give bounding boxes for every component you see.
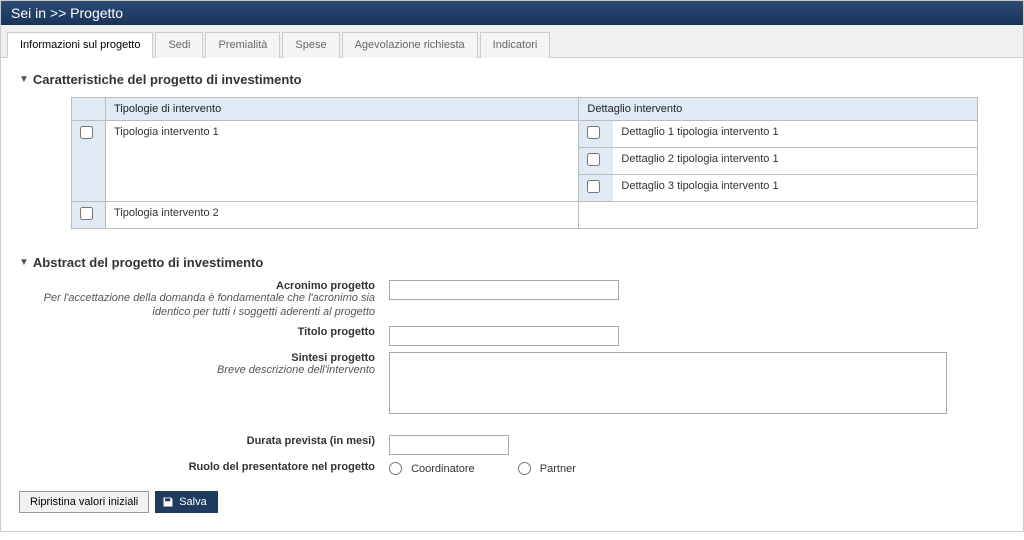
dettaglio-cell: Dettaglio 1 tipologia intervento 1 — [613, 121, 977, 148]
reset-button[interactable]: Ripristina valori iniziali — [19, 491, 149, 513]
triangle-down-icon: ▼ — [19, 257, 29, 268]
sintesi-label: Sintesi progetto — [291, 352, 375, 364]
section-caratteristiche-label: Caratteristiche del progetto di investim… — [33, 72, 302, 87]
tab-indicatori[interactable]: Indicatori — [480, 32, 551, 58]
header-dettaglio: Dettaglio intervento — [579, 98, 978, 121]
detail-checkbox[interactable] — [587, 126, 600, 139]
save-button[interactable]: Salva — [155, 491, 218, 513]
acronimo-input[interactable] — [389, 280, 619, 300]
section-abstract-label: Abstract del progetto di investimento — [33, 255, 263, 270]
triangle-down-icon: ▼ — [19, 74, 29, 85]
dettaglio-cell: Dettaglio 3 tipologia intervento 1 — [613, 175, 977, 202]
titolo-input[interactable] — [389, 326, 619, 346]
tab-spese[interactable]: Spese — [282, 32, 339, 58]
tab-sedi[interactable]: Sedi — [155, 32, 203, 58]
row-checkbox[interactable] — [80, 126, 93, 139]
save-button-label: Salva — [179, 496, 207, 508]
titolo-label: Titolo progetto — [298, 326, 375, 338]
detail-checkbox[interactable] — [587, 153, 600, 166]
durata-label: Durata prevista (in mesi) — [247, 435, 375, 447]
table-row: Tipologia intervento 1 Dettaglio 1 tipol… — [72, 121, 978, 202]
section-abstract-heading: ▼ Abstract del progetto di investimento — [19, 255, 1005, 270]
ruolo-label: Ruolo del presentatore nel progetto — [189, 461, 375, 473]
radio-partner[interactable] — [518, 462, 531, 475]
tab-agevolazione[interactable]: Agevolazione richiesta — [342, 32, 478, 58]
table-row: Tipologia intervento 2 — [72, 202, 978, 229]
tab-premialita[interactable]: Premialità — [205, 32, 280, 58]
row-checkbox[interactable] — [80, 207, 93, 220]
sintesi-textarea[interactable] — [389, 352, 947, 414]
interventi-table: Tipologie di intervento Dettaglio interv… — [71, 97, 978, 229]
radio-partner-label: Partner — [540, 463, 576, 475]
durata-input[interactable] — [389, 435, 509, 455]
tipologia-cell: Tipologia intervento 2 — [106, 202, 579, 229]
header-checkbox-col — [72, 98, 106, 121]
section-caratteristiche-heading: ▼ Caratteristiche del progetto di invest… — [19, 72, 1005, 87]
radio-coordinatore-wrap[interactable]: Coordinatore — [389, 463, 478, 475]
acronimo-label: Acronimo progetto — [276, 280, 375, 292]
tipologia-cell: Tipologia intervento 1 — [106, 121, 579, 202]
radio-coordinatore[interactable] — [389, 462, 402, 475]
save-icon — [162, 496, 174, 508]
detail-checkbox[interactable] — [587, 180, 600, 193]
tab-informazioni[interactable]: Informazioni sul progetto — [7, 32, 153, 58]
radio-coordinatore-label: Coordinatore — [411, 463, 475, 475]
breadcrumb: Sei in >> Progetto — [1, 1, 1023, 25]
acronimo-hint: Per l'accettazione della domanda è fonda… — [19, 292, 375, 320]
tabs-bar: Informazioni sul progetto Sedi Premialit… — [1, 25, 1023, 58]
sintesi-hint: Breve descrizione dell'intervento — [19, 364, 375, 378]
radio-partner-wrap[interactable]: Partner — [518, 463, 576, 475]
header-tipologie: Tipologie di intervento — [106, 98, 579, 121]
dettaglio-cell: Dettaglio 2 tipologia intervento 1 — [613, 148, 977, 175]
